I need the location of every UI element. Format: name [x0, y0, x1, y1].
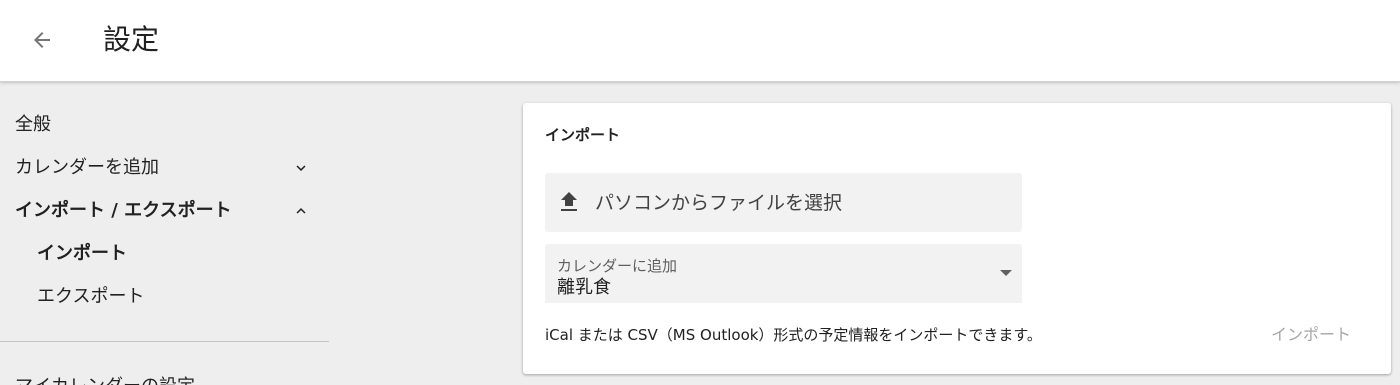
upload-icon — [561, 192, 577, 211]
sidebar-item-import-export[interactable]: インポート / エクスポート — [15, 199, 232, 223]
settings-sidebar: 全般 カレンダーを追加 インポート / エクスポート インポート エクスポート … — [0, 82, 330, 385]
dropdown-arrow-icon — [1000, 270, 1012, 276]
arrow-back-icon — [34, 32, 50, 48]
chevron-down-icon[interactable] — [292, 159, 310, 177]
page-title: 設定 — [103, 23, 160, 56]
sidebar-divider — [0, 341, 329, 342]
sidebar-item-import[interactable]: インポート — [37, 242, 127, 266]
import-button[interactable]: インポート — [1251, 321, 1371, 349]
app-header: 設定 — [0, 0, 1400, 82]
import-description: iCal または CSV（MS Outlook）形式の予定情報をインポートできま… — [545, 326, 1042, 344]
sidebar-item-general[interactable]: 全般 — [15, 113, 51, 137]
card-title: インポート — [545, 126, 621, 144]
back-button[interactable] — [22, 20, 62, 60]
sidebar-item-export[interactable]: エクスポート — [37, 285, 144, 309]
import-card: インポート パソコンからファイルを選択 カレンダーに追加 離乳食 iCal また… — [523, 103, 1391, 374]
sidebar-item-my-calendars[interactable]: マイカレンダーの設定 — [15, 375, 195, 385]
calendar-select-value: 離乳食 — [557, 277, 611, 298]
calendar-select-label: カレンダーに追加 — [557, 257, 678, 275]
chevron-up-icon[interactable] — [292, 202, 310, 220]
sidebar-item-add-calendar[interactable]: カレンダーを追加 — [15, 156, 159, 180]
select-file-label: パソコンからファイルを選択 — [595, 192, 843, 214]
select-file-button[interactable]: パソコンからファイルを選択 — [545, 173, 1022, 232]
calendar-select[interactable]: カレンダーに追加 離乳食 — [545, 244, 1022, 303]
